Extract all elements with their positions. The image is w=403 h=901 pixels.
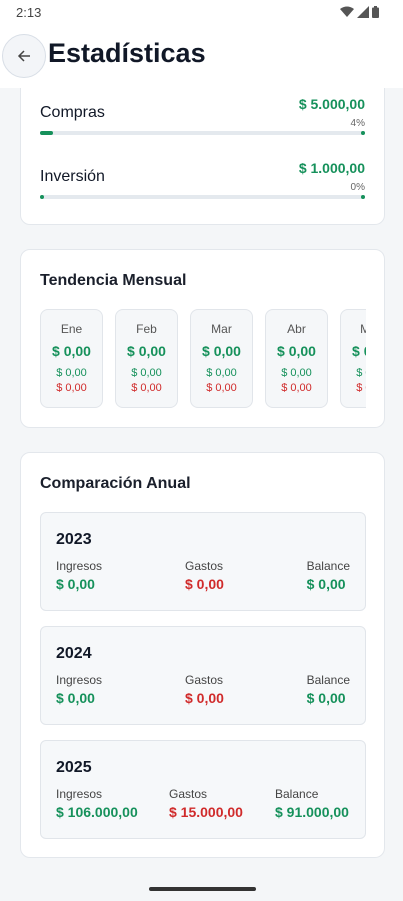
- month-item[interactable]: Ene $ 0,00 $ 0,00 $ 0,00: [40, 309, 103, 408]
- page-title: Estadísticas: [48, 38, 206, 68]
- month-total: $ 0,00: [127, 343, 166, 359]
- stats-scroll-area[interactable]: Compras $ 5.000,00 4% Inversión $ 1.000,…: [0, 88, 403, 901]
- month-label: May: [341, 322, 366, 336]
- month-expense: $ 0,00: [206, 382, 237, 394]
- wifi-icon: [340, 6, 354, 17]
- category-percent: 0%: [350, 182, 365, 193]
- category-progress-bar: [40, 131, 365, 135]
- balance-label: Balance: [306, 559, 350, 573]
- category-percent: 4%: [350, 118, 365, 129]
- year-label: 2024: [56, 645, 92, 662]
- income-label: Ingresos: [56, 787, 103, 801]
- month-income: $ 0,00: [356, 367, 366, 379]
- category-progress-fill: [40, 131, 53, 135]
- annual-comparison-title: Comparación Anual: [40, 475, 191, 492]
- category-row-compras: Compras $ 5.000,00 4%: [40, 89, 365, 149]
- signal-icon: [357, 6, 369, 18]
- balance-column: Balance $ 0,00: [307, 673, 350, 706]
- app-header: Estadísticas: [0, 26, 403, 88]
- income-column: Ingresos $ 106.000,00: [56, 787, 138, 820]
- income-value: $ 0,00: [56, 576, 95, 592]
- year-summary-2023: 2023 Ingresos $ 0,00 Gastos $ 0,00 Balan…: [40, 512, 366, 611]
- income-column: Ingresos $ 0,00: [56, 673, 102, 706]
- balance-label: Balance: [275, 787, 319, 801]
- month-expense: $ 0,00: [356, 382, 366, 394]
- category-name: Inversión: [40, 168, 105, 185]
- month-total: $ 0,00: [277, 343, 316, 359]
- category-name: Compras: [40, 104, 105, 121]
- month-item[interactable]: Abr $ 0,00 $ 0,00 $ 0,00: [265, 309, 328, 408]
- balance-column: Balance $ 91.000,00: [275, 787, 349, 820]
- month-income: $ 0,00: [206, 367, 237, 379]
- year-label: 2025: [56, 759, 92, 776]
- expenses-value: $ 15.000,00: [169, 804, 243, 820]
- balance-label: Balance: [306, 673, 350, 687]
- category-progress-bar: [40, 195, 365, 199]
- year-label: 2023: [56, 531, 92, 548]
- month-income: $ 0,00: [131, 367, 162, 379]
- annual-comparison-card: Comparación Anual 2023 Ingresos $ 0,00 G…: [20, 452, 385, 858]
- income-column: Ingresos $ 0,00: [56, 559, 102, 592]
- balance-value: $ 91.000,00: [275, 804, 349, 820]
- back-button[interactable]: [2, 34, 46, 78]
- expenses-value: $ 0,00: [185, 690, 224, 706]
- gesture-nav-handle[interactable]: [149, 887, 256, 891]
- month-income: $ 0,00: [56, 367, 87, 379]
- month-item[interactable]: May $ 0,00 $ 0,00 $ 0,00: [340, 309, 366, 408]
- month-total: $ 0,00: [52, 343, 91, 359]
- progress-end-dot: [361, 131, 365, 135]
- month-label: Feb: [136, 322, 157, 336]
- expenses-column: Gastos $ 15.000,00: [169, 787, 243, 820]
- arrow-left-icon: [17, 50, 30, 62]
- month-expense: $ 0,00: [281, 382, 312, 394]
- progress-end-dot: [361, 195, 365, 199]
- income-label: Ingresos: [56, 559, 103, 573]
- status-bar: 2:13: [0, 0, 403, 26]
- income-value: $ 106.000,00: [56, 804, 138, 820]
- expenses-label: Gastos: [169, 787, 208, 801]
- balance-column: Balance $ 0,00: [307, 559, 350, 592]
- monthly-trend-card: Tendencia Mensual Ene $ 0,00 $ 0,00 $ 0,…: [20, 249, 385, 428]
- month-total: $ 0,00: [352, 343, 366, 359]
- month-expense: $ 0,00: [131, 382, 162, 394]
- category-card: Compras $ 5.000,00 4% Inversión $ 1.000,…: [20, 88, 385, 225]
- battery-icon: [372, 6, 379, 18]
- month-scroller[interactable]: Ene $ 0,00 $ 0,00 $ 0,00 Feb $ 0,00 $ 0,…: [40, 309, 366, 409]
- income-label: Ingresos: [56, 673, 103, 687]
- month-label: Abr: [287, 322, 306, 336]
- expenses-value: $ 0,00: [185, 576, 224, 592]
- category-row-inversion: Inversión $ 1.000,00 0%: [40, 153, 365, 213]
- month-total: $ 0,00: [202, 343, 241, 359]
- expenses-column: Gastos $ 0,00: [185, 673, 224, 706]
- year-summary-2024: 2024 Ingresos $ 0,00 Gastos $ 0,00 Balan…: [40, 626, 366, 725]
- year-summary-2025: 2025 Ingresos $ 106.000,00 Gastos $ 15.0…: [40, 740, 366, 839]
- month-label: Mar: [211, 322, 232, 336]
- month-item[interactable]: Feb $ 0,00 $ 0,00 $ 0,00: [115, 309, 178, 408]
- status-icons: [340, 6, 379, 18]
- expenses-label: Gastos: [185, 559, 224, 573]
- status-time: 2:13: [16, 5, 42, 20]
- income-value: $ 0,00: [56, 690, 95, 706]
- expenses-column: Gastos $ 0,00: [185, 559, 224, 592]
- category-progress-fill: [40, 195, 44, 199]
- balance-value: $ 0,00: [306, 690, 346, 706]
- expenses-label: Gastos: [185, 673, 224, 687]
- month-income: $ 0,00: [281, 367, 312, 379]
- category-amount: $ 5.000,00: [298, 96, 365, 112]
- month-item[interactable]: Mar $ 0,00 $ 0,00 $ 0,00: [190, 309, 253, 408]
- month-expense: $ 0,00: [56, 382, 87, 394]
- balance-value: $ 0,00: [306, 576, 346, 592]
- month-label: Ene: [60, 322, 83, 336]
- monthly-trend-title: Tendencia Mensual: [40, 272, 187, 289]
- category-amount: $ 1.000,00: [298, 160, 365, 176]
